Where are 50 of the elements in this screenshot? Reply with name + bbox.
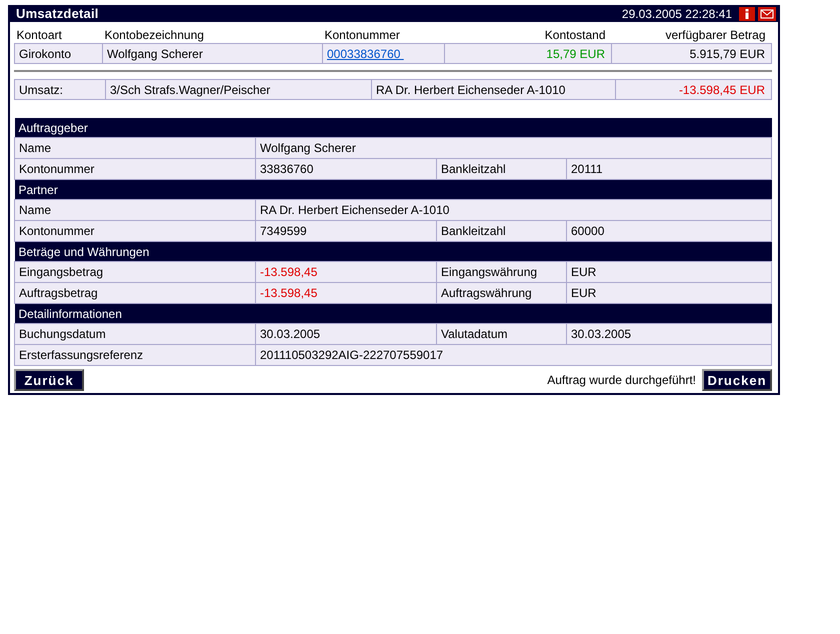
- column-header: Kontostand: [444, 26, 612, 44]
- section-header: Auftraggeber: [14, 118, 772, 138]
- table-cell: Wolfgang Scherer: [102, 44, 322, 64]
- field-label: Eingangsbetrag: [14, 262, 256, 282]
- field-value: EUR: [566, 262, 772, 282]
- amount-cell: -13.598,45 EUR: [616, 80, 772, 100]
- field-value: Wolfgang Scherer: [256, 138, 772, 158]
- field-label: Auftragswährung: [436, 282, 566, 304]
- field-value: -13.598,45: [256, 262, 436, 282]
- field-value: 7349599: [256, 220, 436, 242]
- field-value: RA Dr. Herbert Eichenseder A-1010: [256, 200, 772, 220]
- field-label: Buchungsdatum: [14, 324, 256, 344]
- column-header: Kontonummer: [322, 26, 444, 44]
- amount-cell: 5.915,79 EUR: [612, 44, 772, 64]
- field-label: Name: [14, 200, 256, 220]
- column-header: Kontobezeichnung: [102, 26, 322, 44]
- table-cell: Girokonto: [14, 44, 102, 64]
- field-label: Kontonummer: [14, 220, 256, 242]
- field-label: Eingangswährung: [436, 262, 566, 282]
- field-value: 60000: [566, 220, 772, 242]
- status-message: Auftrag wurde durchgeführt!: [547, 373, 696, 387]
- table-cell: Umsatz:: [14, 80, 106, 100]
- section-header: Partner: [14, 180, 772, 200]
- table-cell: RA Dr. Herbert Eichenseder A-1010: [372, 80, 616, 100]
- field-value: 30.03.2005: [566, 324, 772, 344]
- field-label: Ersterfassungsreferenz: [14, 344, 256, 366]
- field-value: 201110503292AIG-222707559017: [256, 344, 772, 366]
- field-value: EUR: [566, 282, 772, 304]
- column-header: Kontoart: [14, 26, 102, 44]
- print-button[interactable]: Drucken: [702, 369, 772, 391]
- field-label: Valutadatum: [436, 324, 566, 344]
- field-value: 30.03.2005: [256, 324, 436, 344]
- window-title: Umsatzdetail: [16, 6, 100, 21]
- section-header: Beträge und Währungen: [14, 242, 772, 262]
- back-button[interactable]: Zurück: [14, 369, 84, 391]
- amount-cell: 15,79 EUR: [444, 44, 612, 64]
- mail-icon[interactable]: [758, 6, 776, 20]
- field-value: -13.598,45: [256, 282, 436, 304]
- section-header: Detailinformationen: [14, 304, 772, 324]
- field-label: Name: [14, 138, 256, 158]
- field-label: Kontonummer: [14, 158, 256, 180]
- field-label: Bankleitzahl: [436, 158, 566, 180]
- field-label: Bankleitzahl: [436, 220, 566, 242]
- timestamp: 29.03.2005 22:28:41: [622, 6, 732, 20]
- field-value: 33836760: [256, 158, 436, 180]
- field-value: 20111: [566, 158, 772, 180]
- field-label: Auftragsbetrag: [14, 282, 256, 304]
- column-header: verfügbarer Betrag: [612, 26, 772, 44]
- table-cell: 3/Sch Strafs.Wagner/Peischer: [106, 80, 372, 100]
- info-icon[interactable]: [739, 6, 755, 20]
